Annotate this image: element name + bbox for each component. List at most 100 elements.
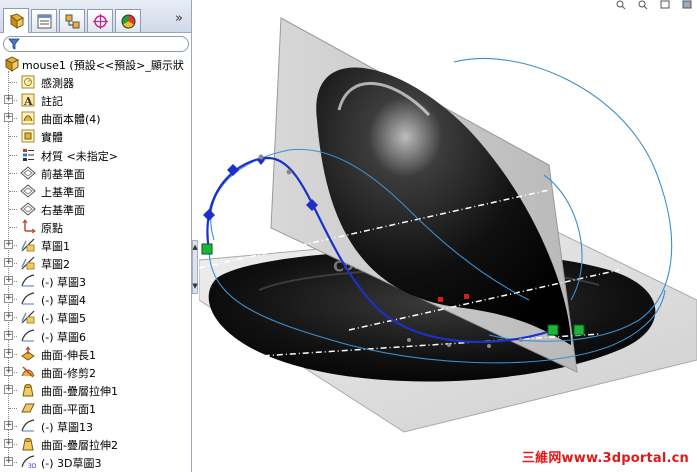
tree-item-label: 曲面-平面1 <box>41 403 96 416</box>
sketch-picture-icon <box>21 238 35 252</box>
display-manager-tab[interactable] <box>115 9 141 32</box>
tree-item-label: (-) 草圖3 <box>41 276 87 289</box>
propertymanager-tab[interactable] <box>31 9 57 32</box>
plane-icon <box>20 184 36 198</box>
expand-toggle-icon[interactable]: + <box>4 457 13 466</box>
expand-toggle-icon[interactable]: + <box>4 258 13 267</box>
svg-text:A: A <box>23 95 33 108</box>
feature-tree: mouse1 (預設<<預設>_顯示狀感測器 + A 註記 + 曲面本體(4) 實體材質 <… <box>0 55 191 472</box>
tree-item[interactable]: + 曲面-疊層拉伸1 <box>0 381 191 399</box>
filter-funnel-icon <box>8 38 20 50</box>
more-tabs-chevron-icon[interactable]: » <box>172 10 186 26</box>
feature-manager-panel: » mouse1 (預設<<預設>_顯示狀感測器 + A 註記 + 曲面本體(4) 實體材質… <box>0 0 192 472</box>
tree-item-label: 曲面-伸長1 <box>41 349 96 362</box>
tree-item[interactable]: + (-) 草圖4 <box>0 290 191 308</box>
tree-item-label: 曲面-疊層拉伸1 <box>41 385 118 398</box>
collapse-up-arrow-icon: ▲ <box>192 243 198 251</box>
tree-item[interactable]: 實體 <box>0 127 191 145</box>
expand-toggle-icon[interactable]: + <box>4 385 13 394</box>
sketch-icon <box>21 419 35 432</box>
solid-bodies-icon <box>21 129 35 143</box>
tree-item[interactable]: 前基準面 <box>0 164 191 182</box>
configuration-icon <box>65 14 79 28</box>
tree-item-label: (-) 草圖5 <box>41 312 87 325</box>
tree-item[interactable]: + 曲面-修剪2 <box>0 363 191 381</box>
expand-toggle-icon[interactable]: + <box>4 312 13 321</box>
part-icon <box>4 56 20 72</box>
tree-item[interactable]: + 曲面-疊層拉伸2 <box>0 435 191 453</box>
expand-toggle-icon[interactable]: + <box>4 276 13 285</box>
tree-item-label: 實體 <box>41 131 63 144</box>
expand-toggle-icon[interactable]: + <box>4 331 13 340</box>
sketch-picture-icon <box>21 310 35 324</box>
origin-icon <box>22 219 36 234</box>
tree-item-label: 註記 <box>41 95 63 108</box>
zoom-to-fit-icon[interactable] <box>615 0 627 10</box>
tree-item[interactable]: + 草圖1 <box>0 236 191 254</box>
tree-item[interactable]: + (-) 草圖13 <box>0 417 191 435</box>
tree-item-label: (-) 3D草圖3 <box>41 457 102 470</box>
tree-item-label: (-) 草圖4 <box>41 294 87 307</box>
section-view-icon[interactable] <box>681 0 693 10</box>
tree-item[interactable]: + 曲面本體(4) <box>0 109 191 127</box>
tree-item-label: 感測器 <box>41 77 74 90</box>
site-watermark: 三維网www.3dportal.cn <box>521 451 689 466</box>
surface-loft-icon <box>22 438 34 451</box>
featuremanager-tab[interactable] <box>3 8 29 33</box>
plane-icon <box>20 166 36 180</box>
tree-item-label: 材質 <未指定> <box>41 150 118 163</box>
graphics-viewport[interactable]: Cordless <box>199 0 697 472</box>
surface-loft-icon <box>22 384 34 397</box>
dimxpert-tab[interactable] <box>87 9 113 32</box>
feature-tree-icon <box>9 12 24 29</box>
expand-toggle-icon[interactable]: + <box>4 421 13 430</box>
tree-item[interactable]: 右基準面 <box>0 200 191 218</box>
collapse-down-arrow-icon: ▼ <box>192 282 198 290</box>
tree-item-label: (-) 草圖6 <box>41 331 87 344</box>
expand-toggle-icon[interactable]: + <box>4 349 13 358</box>
tree-item-label: 曲面-疊層拉伸2 <box>41 439 118 452</box>
panel-collapse-handle[interactable]: ▲ ▼ <box>192 240 198 294</box>
tree-item-label: 草圖1 <box>41 240 70 253</box>
expand-toggle-icon[interactable]: + <box>4 439 13 448</box>
expand-toggle-icon[interactable]: + <box>4 367 13 376</box>
zoom-to-area-icon[interactable] <box>637 0 649 10</box>
sketch-icon <box>21 292 35 305</box>
tree-item[interactable]: 原點 <box>0 218 191 236</box>
tree-item[interactable]: + (-) 草圖6 <box>0 327 191 345</box>
property-sheet-icon <box>37 14 51 28</box>
sketch-icon <box>21 329 35 342</box>
svg-text:3D: 3D <box>28 463 36 470</box>
tree-item-label: (-) 草圖13 <box>41 421 94 434</box>
expand-toggle-icon[interactable]: + <box>4 113 13 122</box>
tree-item[interactable]: + (-) 草圖3 <box>0 272 191 290</box>
tree-item-label: 前基準面 <box>41 168 85 181</box>
filter-input[interactable] <box>22 37 182 51</box>
tree-root-part[interactable]: mouse1 (預設<<預設>_顯示狀 <box>0 55 191 73</box>
model-scene: Cordless <box>199 17 697 433</box>
heads-up-view-toolbar <box>615 0 693 10</box>
tree-item[interactable]: + 草圖2 <box>0 254 191 272</box>
expand-toggle-icon[interactable]: + <box>4 294 13 303</box>
tree-item[interactable]: 感測器 <box>0 73 191 91</box>
tree-item[interactable]: +3D (-) 3D草圖3 <box>0 453 191 471</box>
tree-item-label: 右基準面 <box>41 204 85 217</box>
expand-toggle-icon[interactable]: + <box>4 95 13 104</box>
sketch-icon <box>21 274 35 287</box>
tree-item[interactable]: 上基準面 <box>0 182 191 200</box>
previous-view-icon[interactable] <box>659 0 671 10</box>
tree-item[interactable]: 材質 <未指定> <box>0 146 191 164</box>
plane-icon <box>20 202 36 216</box>
tree-item[interactable]: + (-) 草圖5 <box>0 308 191 326</box>
tree-item[interactable]: + 曲面-伸長1 <box>0 345 191 363</box>
tree-item[interactable]: + A 註記 <box>0 91 191 109</box>
tree-item-label: 上基準面 <box>41 186 85 199</box>
expand-toggle-icon[interactable]: + <box>4 240 13 249</box>
tree-item[interactable]: 曲面-平面1 <box>0 399 191 417</box>
sketch-picture-icon <box>21 256 35 270</box>
color-wheel-icon <box>121 14 135 28</box>
crosshair-target-icon <box>92 13 108 29</box>
feature-filter[interactable] <box>3 36 189 52</box>
tree-item-label: 曲面本體(4) <box>41 113 101 126</box>
configurationmanager-tab[interactable] <box>59 9 85 32</box>
